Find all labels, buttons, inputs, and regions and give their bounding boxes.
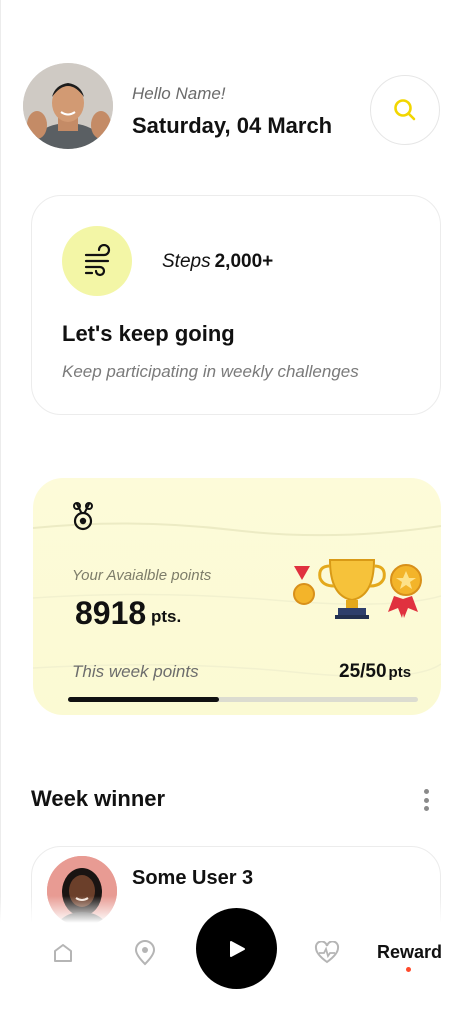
steps-key: Steps bbox=[162, 251, 211, 272]
play-icon bbox=[229, 940, 245, 957]
steps-icon-badge bbox=[62, 226, 132, 296]
week-points-value: 25/50 pts bbox=[339, 661, 411, 683]
steps-card-title: Let's keep going bbox=[62, 321, 235, 346]
page-edge bbox=[0, 0, 1, 1018]
week-points-unit: pts bbox=[388, 664, 412, 681]
available-points-label: Your Avaialble points bbox=[72, 567, 212, 584]
home-icon bbox=[54, 944, 72, 962]
week-points-label: This week points bbox=[72, 662, 199, 681]
current-date: Saturday, 04 March bbox=[132, 113, 333, 138]
search-icon bbox=[394, 99, 416, 121]
active-indicator-dot bbox=[406, 967, 411, 972]
steps-card-subtitle: Keep participating in weekly challenges bbox=[62, 362, 359, 381]
week-points-progress bbox=[68, 697, 418, 702]
available-points-value: 8918 bbox=[75, 595, 147, 631]
heart-pulse-icon bbox=[314, 941, 340, 964]
nav-home[interactable] bbox=[48, 938, 78, 968]
steps-count: Steps 2,000+ bbox=[162, 251, 273, 273]
more-options-button[interactable] bbox=[418, 789, 434, 811]
available-points-unit: pts. bbox=[151, 607, 182, 626]
week-winner-title: Week winner bbox=[31, 786, 166, 811]
trophy-illustration bbox=[290, 552, 430, 626]
week-points-count: 25/50 bbox=[339, 661, 387, 682]
steps-value: 2,000+ bbox=[214, 251, 274, 272]
nav-location[interactable] bbox=[130, 938, 160, 968]
location-icon bbox=[134, 940, 156, 966]
user-avatar[interactable] bbox=[23, 63, 113, 149]
wind-icon bbox=[84, 244, 111, 277]
nav-reward[interactable]: Reward bbox=[377, 942, 442, 963]
search-button[interactable] bbox=[370, 75, 440, 145]
winner-name: Some User 3 bbox=[132, 867, 254, 889]
more-dot-icon bbox=[423, 797, 429, 803]
nav-health[interactable] bbox=[312, 938, 342, 968]
medal-icon bbox=[70, 502, 96, 537]
greeting-text: Hello Name! bbox=[132, 84, 226, 103]
play-button[interactable] bbox=[196, 908, 277, 989]
week-points-progress-fill bbox=[68, 697, 219, 702]
more-dot-icon bbox=[423, 806, 429, 811]
more-dot-icon bbox=[423, 789, 429, 794]
